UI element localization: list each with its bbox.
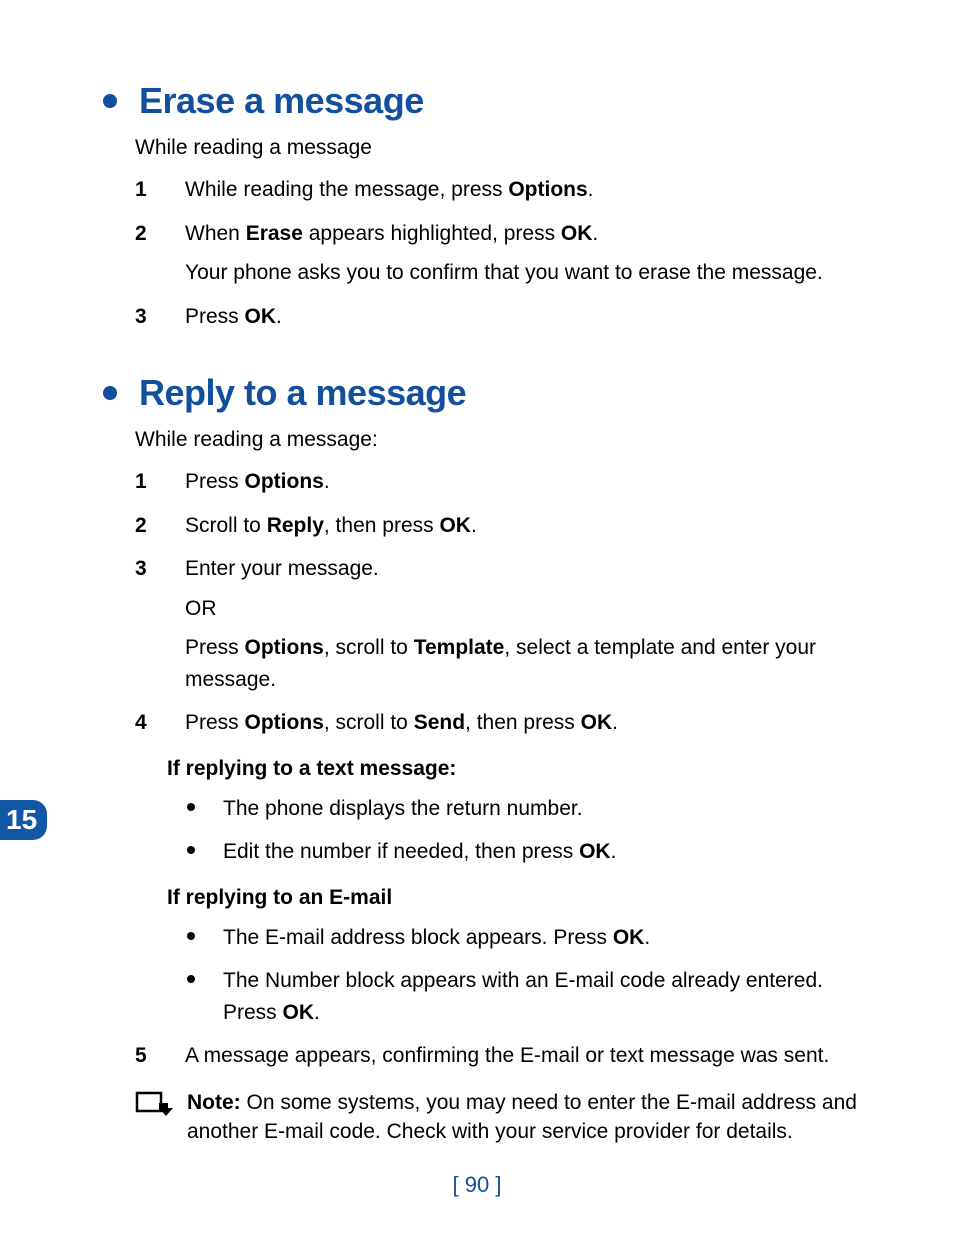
chapter-tab: 15 xyxy=(0,800,47,840)
list-item: The E-mail address block appears. Press … xyxy=(187,922,869,954)
sub-bullets: The E-mail address block appears. Press … xyxy=(187,922,869,1029)
bullet-icon xyxy=(103,386,117,400)
step-text: Press Options, scroll to Template, selec… xyxy=(185,632,869,695)
list-item: The phone displays the return number. xyxy=(187,793,869,825)
step-text: When Erase appears highlighted, press OK… xyxy=(185,218,869,250)
step-text: OR xyxy=(185,593,869,625)
bullet-dot-icon xyxy=(187,803,195,811)
list-item-text: The E-mail address block appears. Press … xyxy=(223,922,869,954)
step-text: Press OK. xyxy=(185,301,869,333)
step: 5A message appears, confirming the E-mai… xyxy=(135,1040,869,1072)
step: 1Press Options. xyxy=(135,466,869,498)
list-item: Edit the number if needed, then press OK… xyxy=(187,836,869,868)
subhead: If replying to a text message: xyxy=(167,757,869,781)
intro-erase: While reading a message xyxy=(135,136,869,160)
step-number: 3 xyxy=(135,553,185,695)
heading-text: Reply to a message xyxy=(139,372,466,414)
step: 1While reading the message, press Option… xyxy=(135,174,869,206)
subsection-email: If replying to an E-mail The E-mail addr… xyxy=(85,886,869,1029)
step-number: 1 xyxy=(135,466,185,498)
list-item-text: Edit the number if needed, then press OK… xyxy=(223,836,869,868)
step-number: 3 xyxy=(135,301,185,333)
step-body: Press Options, scroll to Send, then pres… xyxy=(185,707,869,739)
steps-reply-2: 5A message appears, confirming the E-mai… xyxy=(135,1040,869,1072)
note-icon xyxy=(135,1090,175,1147)
section-reply: Reply to a message While reading a messa… xyxy=(85,372,869,1146)
bullet-icon xyxy=(103,94,117,108)
step-number: 4 xyxy=(135,707,185,739)
step: 3Enter your message. OR Press Options, scr… xyxy=(135,553,869,695)
step-body: Enter your message. OR Press Options, scro… xyxy=(185,553,869,695)
step-number: 5 xyxy=(135,1040,185,1072)
section-erase: Erase a message While reading a message … xyxy=(85,80,869,332)
step: 4Press Options, scroll to Send, then pre… xyxy=(135,707,869,739)
step-number: 2 xyxy=(135,218,185,289)
step-body: Press OK. xyxy=(185,301,869,333)
step-body: Press Options. xyxy=(185,466,869,498)
list-item-text: The phone displays the return number. xyxy=(223,793,869,825)
page-content: 15 Erase a message While reading a messa… xyxy=(0,0,954,1248)
note-text: Note: On some systems, you may need to e… xyxy=(187,1088,869,1147)
step-text: Your phone asks you to confirm that you … xyxy=(185,257,869,289)
step-body: While reading the message, press Options… xyxy=(185,174,869,206)
note-label: Note: xyxy=(187,1091,241,1114)
step-body: A message appears, confirming the E-mail… xyxy=(185,1040,869,1072)
subsection-text: If replying to a text message: The phone… xyxy=(85,757,869,868)
step: 3Press OK. xyxy=(135,301,869,333)
step: 2When Erase appears highlighted, press O… xyxy=(135,218,869,289)
step: 2Scroll to Reply, then press OK. xyxy=(135,510,869,542)
bullet-dot-icon xyxy=(187,932,195,940)
note-row: Note: On some systems, you may need to e… xyxy=(135,1088,869,1147)
sub-bullets: The phone displays the return number. Edi… xyxy=(187,793,869,868)
heading-reply: Reply to a message xyxy=(85,372,869,414)
step-text: Scroll to Reply, then press OK. xyxy=(185,510,869,542)
steps-reply: 1Press Options.2Scroll to Reply, then pr… xyxy=(135,466,869,739)
step-text: Press Options, scroll to Send, then pres… xyxy=(185,707,869,739)
step-text: Enter your message. xyxy=(185,553,869,585)
heading-erase: Erase a message xyxy=(85,80,869,122)
step-text: A message appears, confirming the E-mail… xyxy=(185,1040,869,1072)
step-number: 2 xyxy=(135,510,185,542)
list-item: The Number block appears with an E-mail … xyxy=(187,965,869,1028)
step-text: Press Options. xyxy=(185,466,869,498)
intro-reply: While reading a message: xyxy=(135,428,869,452)
bullet-dot-icon xyxy=(187,846,195,854)
step-body: When Erase appears highlighted, press OK… xyxy=(185,218,869,289)
subhead: If replying to an E-mail xyxy=(167,886,869,910)
steps-erase: 1While reading the message, press Option… xyxy=(135,174,869,332)
step-text: While reading the message, press Options… xyxy=(185,174,869,206)
page-number: [ 90 ] xyxy=(0,1172,954,1198)
list-item-text: The Number block appears with an E-mail … xyxy=(223,965,869,1028)
step-body: Scroll to Reply, then press OK. xyxy=(185,510,869,542)
step-number: 1 xyxy=(135,174,185,206)
heading-text: Erase a message xyxy=(139,80,424,122)
note-body: On some systems, you may need to enter t… xyxy=(187,1091,857,1143)
bullet-dot-icon xyxy=(187,975,195,983)
